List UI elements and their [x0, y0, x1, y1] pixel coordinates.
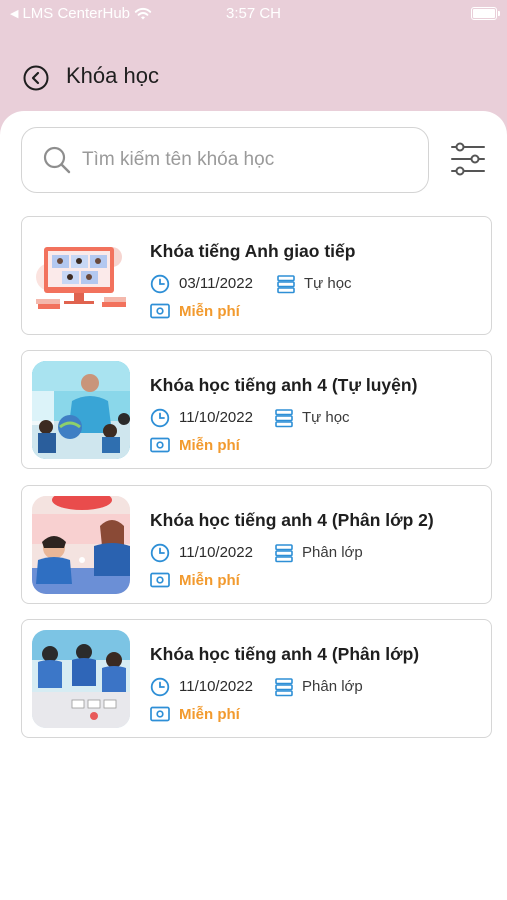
course-date: 11/10/2022 [179, 678, 253, 695]
course-card[interactable]: Khóa học tiếng anh 4 (Phân lớp) 11/10/20… [21, 619, 492, 738]
course-title: Khóa học tiếng anh 4 (Tự luyện) [150, 375, 418, 395]
search-input[interactable] [82, 142, 412, 178]
course-thumbnail [32, 496, 130, 594]
course-card[interactable]: Khóa tiếng Anh giao tiếp 03/11/2022 Tự h… [21, 216, 492, 335]
course-title: Khóa học tiếng anh 4 (Phân lớp) [150, 644, 420, 664]
course-title: Khóa tiếng Anh giao tiếp [150, 241, 356, 261]
course-date: 11/10/2022 [179, 409, 253, 426]
course-type: Tự học [302, 409, 350, 426]
clock-icon [150, 274, 170, 294]
status-time: 3:57 CH [225, 5, 282, 22]
course-thumbnail [32, 227, 130, 325]
search-box[interactable] [21, 127, 429, 193]
clock-icon [150, 543, 170, 563]
clock-icon [150, 408, 170, 428]
banknote-icon [150, 706, 170, 722]
search-icon [43, 146, 71, 174]
course-title: Khóa học tiếng anh 4 (Phân lớp 2) [150, 510, 434, 530]
battery-icon [471, 7, 500, 20]
course-price: Miễn phí [179, 706, 240, 723]
course-card[interactable]: Khóa học tiếng anh 4 (Phân lớp 2) 11/10/… [21, 485, 492, 604]
list-icon [275, 544, 293, 563]
list-icon [277, 275, 295, 294]
kids-floor-game-photo [32, 630, 130, 728]
course-price: Miễn phí [179, 572, 240, 589]
course-thumbnail [32, 630, 130, 728]
clock-icon [150, 677, 170, 697]
list-icon [275, 678, 293, 697]
status-bar: ◀ LMS CenterHub 3:57 CH [0, 0, 507, 28]
course-price: Miễn phí [179, 437, 240, 454]
online-class-illustration [36, 247, 126, 309]
page-title: Khóa học [66, 63, 159, 88]
course-date: 11/10/2022 [179, 544, 253, 561]
banknote-icon [150, 437, 170, 453]
course-thumbnail [32, 361, 130, 459]
course-type: Tự học [304, 275, 352, 292]
app-header: Khóa học [0, 52, 507, 102]
filter-sliders-icon[interactable] [448, 141, 488, 177]
course-type: Phân lớp [302, 544, 363, 561]
content-sheet: Khóa tiếng Anh giao tiếp 03/11/2022 Tự h… [0, 111, 507, 900]
list-icon [275, 409, 293, 428]
course-type: Phân lớp [302, 678, 363, 695]
course-date: 03/11/2022 [179, 275, 253, 292]
banknote-icon [150, 572, 170, 588]
classroom-photo [32, 361, 130, 459]
course-card[interactable]: Khóa học tiếng anh 4 (Tự luyện) 11/10/20… [21, 350, 492, 469]
teacher-child-photo [32, 496, 130, 594]
back-circle-icon[interactable] [22, 64, 50, 92]
course-price: Miễn phí [179, 303, 240, 320]
banknote-icon [150, 303, 170, 319]
